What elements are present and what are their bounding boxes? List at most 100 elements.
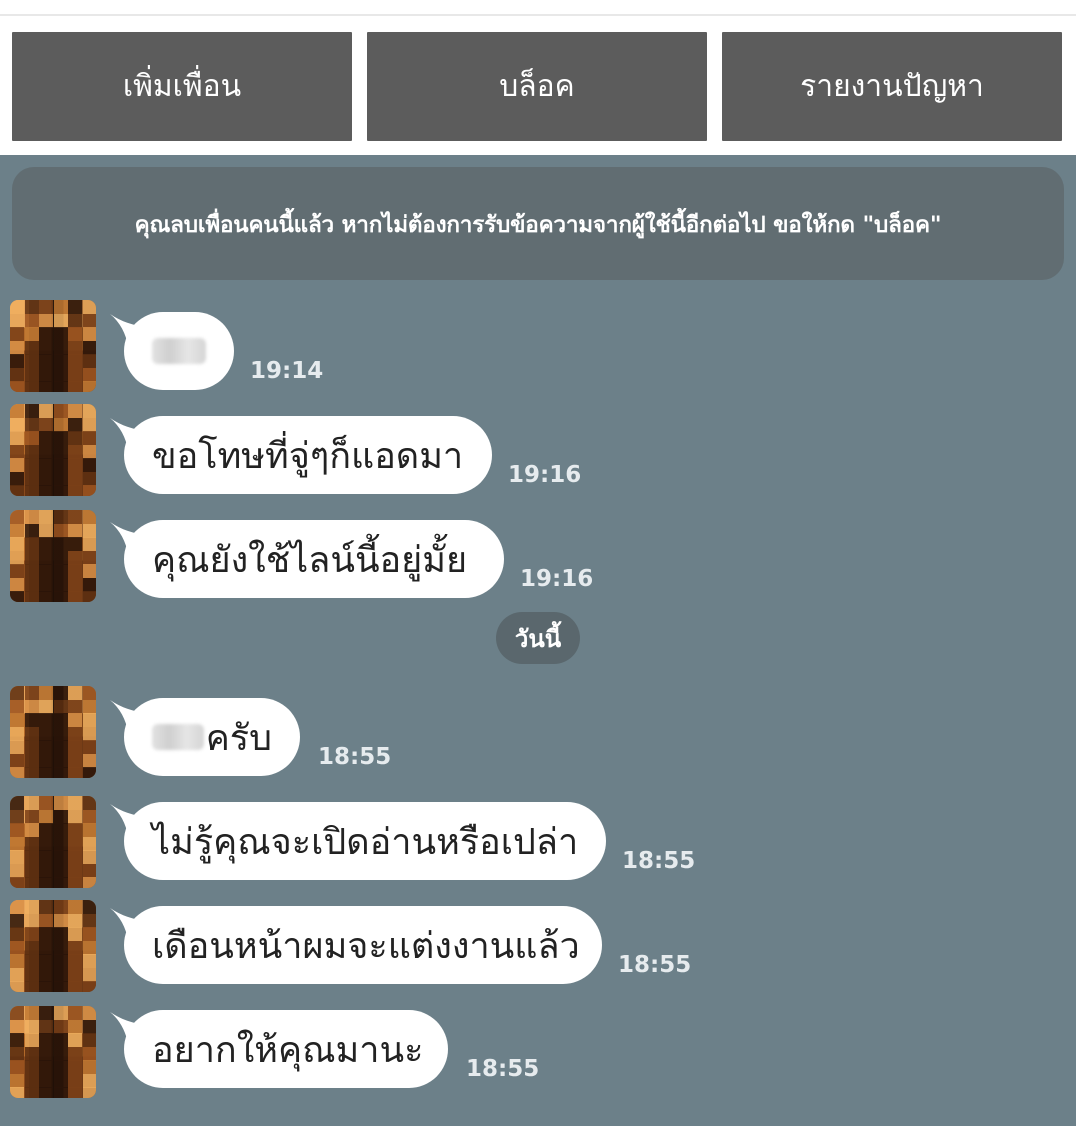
avatar-pixel <box>53 836 68 851</box>
block-button[interactable]: บล็อค <box>367 32 707 141</box>
add-friend-button[interactable]: เพิ่มเพื่อน <box>12 32 352 141</box>
avatar-pixel <box>10 850 24 864</box>
avatar-pixel <box>68 1073 82 1088</box>
message-bubble[interactable]: คุณยังใช้ไลน์นี้อยู่มั้ย <box>124 520 504 598</box>
avatar-pixel <box>10 471 24 486</box>
message-bubble[interactable]: ขอโทษที่จู่ๆก็แอดมา <box>124 416 492 494</box>
avatar-pixel <box>39 726 53 741</box>
avatar[interactable] <box>10 510 96 602</box>
avatar-pixel <box>68 1060 82 1074</box>
avatar-pixel <box>68 1033 82 1047</box>
avatar-pixel <box>82 753 96 768</box>
avatar-pixel <box>68 954 82 968</box>
avatar-pixel <box>53 927 68 941</box>
avatar[interactable] <box>10 900 96 992</box>
avatar-pixel <box>39 927 53 941</box>
avatar-pixel <box>82 809 96 824</box>
avatar-pixel <box>39 836 53 851</box>
avatar-pixel <box>24 367 39 382</box>
avatar-pixel <box>82 699 96 714</box>
avatar-pixel <box>68 471 82 486</box>
avatar-pixel <box>10 823 24 837</box>
avatar-pixel <box>68 327 82 341</box>
avatar-pixel <box>10 367 24 382</box>
avatar-pixel <box>68 458 82 472</box>
avatar-pixel <box>24 1006 39 1020</box>
message-bubble[interactable]: อยากให้คุณมานะ <box>124 1010 448 1088</box>
avatar-pixel <box>82 940 96 955</box>
avatar-pixel <box>24 485 39 496</box>
message-time: 18:55 <box>318 744 392 770</box>
avatar-pixel <box>10 577 24 592</box>
avatar-pixel <box>39 900 53 914</box>
avatar-pixel <box>82 381 96 392</box>
avatar-pixel <box>10 954 24 968</box>
avatar-pixel <box>68 381 82 392</box>
avatar-pixel <box>82 686 96 700</box>
report-problem-button[interactable]: รายงานปัญหา <box>722 32 1062 141</box>
avatar-pixel <box>39 300 53 314</box>
avatar-pixel <box>68 740 82 754</box>
avatar-pixel <box>82 1073 96 1088</box>
avatar-pixel <box>10 940 24 955</box>
avatar-pixel <box>24 981 39 992</box>
avatar-pixel <box>39 913 53 928</box>
avatar-pixel <box>10 686 24 700</box>
avatar-pixel <box>53 1087 68 1098</box>
avatar-pixel <box>24 726 39 741</box>
avatar-pixel <box>39 367 53 382</box>
avatar-pixel <box>68 591 82 602</box>
avatar-pixel <box>68 767 82 778</box>
avatar[interactable] <box>10 796 96 888</box>
avatar[interactable] <box>10 300 96 392</box>
avatar-pixel <box>24 863 39 878</box>
avatar-pixel <box>39 753 53 768</box>
avatar-pixel <box>39 740 53 754</box>
avatar-pixel <box>10 510 24 524</box>
avatar-pixel <box>53 1073 68 1088</box>
avatar-pixel <box>24 354 39 368</box>
avatar-pixel <box>24 404 39 418</box>
message-bubble[interactable]: ไม่รู้คุณจะเปิดอ่านหรือเปล่า <box>124 802 606 880</box>
message-bubble[interactable]: เดือนหน้าผมจะแต่งงานแล้ว <box>124 906 602 984</box>
avatar-pixel <box>68 686 82 700</box>
avatar-pixel <box>39 823 53 837</box>
avatar-pixel <box>39 981 53 992</box>
avatar[interactable] <box>10 1006 96 1098</box>
avatar-pixel <box>10 485 24 496</box>
avatar[interactable] <box>10 686 96 778</box>
date-separator: วันนี้ <box>496 612 580 664</box>
avatar-pixel <box>68 340 82 355</box>
message-bubble[interactable]: ครับ <box>124 698 300 776</box>
avatar-pixel <box>82 471 96 486</box>
avatar-pixel <box>10 340 24 355</box>
avatar-pixel <box>53 726 68 741</box>
avatar-pixel <box>53 523 68 538</box>
avatar-pixel <box>39 327 53 341</box>
avatar-pixel <box>68 940 82 955</box>
message-bubble[interactable] <box>124 312 234 390</box>
avatar-pixel <box>10 431 24 445</box>
avatar-pixel <box>10 550 24 565</box>
avatar-pixel <box>68 523 82 538</box>
avatar-pixel <box>10 1033 24 1047</box>
avatar-pixel <box>53 809 68 824</box>
avatar-pixel <box>53 767 68 778</box>
unfriended-notice: คุณลบเพื่อนคนนี้แล้ว หากไม่ต้องการรับข้อ… <box>12 167 1064 280</box>
avatar-pixel <box>24 417 39 432</box>
avatar-pixel <box>68 809 82 824</box>
avatar-pixel <box>53 863 68 878</box>
avatar-pixel <box>39 1073 53 1088</box>
avatar-pixel <box>39 485 53 496</box>
avatar-pixel <box>10 740 24 754</box>
avatar-pixel <box>39 523 53 538</box>
avatar-pixel <box>10 523 24 538</box>
avatar-pixel <box>82 591 96 602</box>
avatar-pixel <box>82 1019 96 1034</box>
message-time: 19:16 <box>508 462 582 488</box>
avatar-pixel <box>82 954 96 968</box>
avatar-pixel <box>82 458 96 472</box>
avatar-pixel <box>10 404 24 418</box>
avatar[interactable] <box>10 404 96 496</box>
message-time: 18:55 <box>618 952 692 978</box>
